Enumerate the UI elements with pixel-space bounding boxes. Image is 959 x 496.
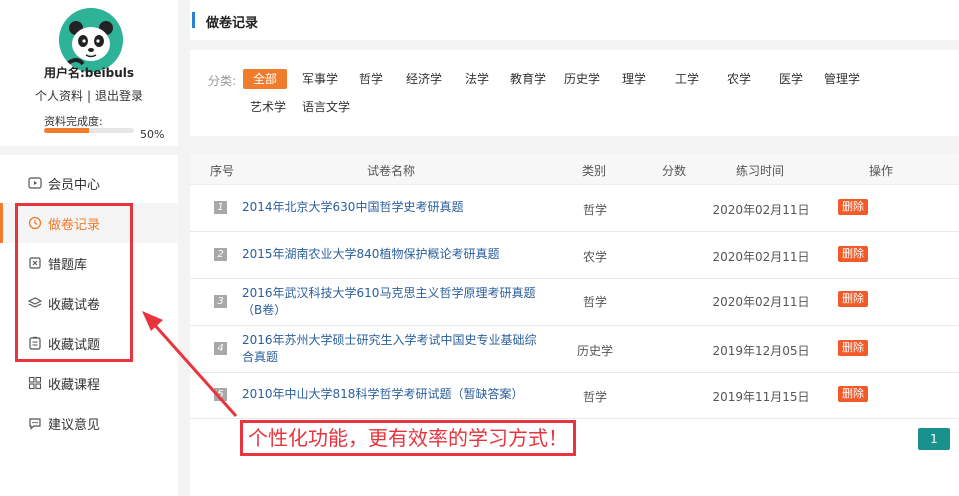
category-chip[interactable]: 军事学: [302, 69, 338, 89]
paper-category: 哲学: [582, 203, 607, 217]
sidebar-item-saved-courses[interactable]: 收藏课程: [0, 363, 178, 403]
paper-category: 历史学: [576, 344, 613, 358]
row-number: 2: [214, 248, 227, 261]
category-chip[interactable]: 语言文学: [302, 97, 350, 117]
practice-date: 2020年02月11日: [712, 203, 810, 217]
column-header: 试卷名称: [367, 164, 416, 178]
table-row: 4 2016年苏州大学硕士研究生入学考试中国史专业基础综合真题 历史学 2019…: [190, 326, 959, 373]
delete-button[interactable]: 删除: [838, 246, 868, 262]
row-number: 1: [214, 201, 227, 214]
profile-info-link[interactable]: 个人资料: [35, 89, 83, 103]
paper-category: 哲学: [582, 390, 607, 404]
title-accent-bar: [192, 12, 195, 28]
paper-name-link[interactable]: 2014年北京大学630中国哲学史考研真题: [242, 199, 542, 216]
category-chip[interactable]: 管理学: [824, 69, 860, 89]
chat-icon: [28, 416, 42, 430]
category-chip[interactable]: 工学: [675, 69, 699, 89]
sidebar-item-feedback[interactable]: 建议意见: [0, 403, 178, 443]
completion-bar-fill: [44, 128, 89, 133]
annotation-callout: 个性化功能，更有效率的学习方式！: [240, 420, 576, 456]
sidebar-item-label: 建议意见: [48, 417, 101, 433]
pagination-page-button[interactable]: 1: [918, 428, 950, 450]
category-filter: 分类: 全部 军事学 哲学 经济学 法学 教育学 历史学 理学 工学 农学 医学…: [190, 50, 959, 136]
practice-date: 2020年02月11日: [712, 295, 810, 309]
completion-label: 资料完成度:: [44, 115, 103, 128]
category-chip[interactable]: 经济学: [406, 69, 442, 89]
paper-name-link[interactable]: 2016年苏州大学硕士研究生入学考试中国史专业基础综合真题: [242, 332, 542, 366]
category-chip[interactable]: 理学: [622, 69, 646, 89]
delete-button[interactable]: 删除: [838, 386, 868, 402]
completion-percent: 50%: [140, 128, 165, 141]
completion-bar: [44, 128, 134, 133]
row-number: 4: [214, 342, 227, 355]
delete-button[interactable]: 删除: [838, 199, 868, 215]
grid-icon: [28, 376, 42, 390]
table-row: 2 2015年湖南农业大学840植物保护概论考研真题 农学 2020年02月11…: [190, 232, 959, 279]
row-number: 5: [214, 388, 227, 401]
practice-date: 2020年02月11日: [712, 250, 810, 264]
paper-name-link[interactable]: 2015年湖南农业大学840植物保护概论考研真题: [242, 246, 542, 263]
paper-name-link[interactable]: 2010年中山大学818科学哲学考研试题（暂缺答案）: [242, 386, 542, 403]
row-number: 3: [214, 295, 227, 308]
paper-name-link[interactable]: 2016年武汉科技大学610马克思主义哲学原理考研真题（B卷）: [242, 285, 542, 319]
column-header: 序号: [210, 164, 235, 178]
profile-links: 个人资料 | 退出登录: [0, 87, 178, 104]
page-title: 做卷记录: [206, 16, 259, 31]
paper-category: 农学: [582, 250, 607, 264]
table-header: 序号 试卷名称 类别 分数 练习时间 操作: [190, 154, 959, 185]
sidebar-item-member-center[interactable]: 会员中心: [0, 163, 178, 203]
table-row: 5 2010年中山大学818科学哲学考研试题（暂缺答案） 哲学 2019年11月…: [190, 373, 959, 419]
category-chip[interactable]: 教育学: [510, 69, 546, 89]
play-square-icon: [28, 176, 42, 190]
category-chip[interactable]: 农学: [727, 69, 751, 89]
highlight-box: [15, 203, 133, 362]
category-chip[interactable]: 哲学: [359, 69, 383, 89]
links-separator: |: [86, 89, 92, 103]
profile-card: 用户名:beibuls 个人资料 | 退出登录 资料完成度: 50%: [0, 0, 178, 146]
page-header: 做卷记录: [190, 0, 959, 40]
delete-button[interactable]: 删除: [838, 340, 868, 356]
category-chip[interactable]: 法学: [465, 69, 489, 89]
category-chip[interactable]: 艺术学: [250, 97, 286, 117]
username: 用户名:beibuls: [43, 66, 135, 80]
column-header: 操作: [869, 164, 894, 178]
filter-label: 分类:: [208, 74, 237, 88]
practice-date: 2019年11月15日: [712, 390, 810, 404]
column-header: 类别: [582, 164, 607, 178]
column-header: 练习时间: [736, 164, 785, 178]
sidebar-item-label: 收藏课程: [48, 377, 101, 393]
table-row: 1 2014年北京大学630中国哲学史考研真题 哲学 2020年02月11日 删…: [190, 185, 959, 232]
table-row: 3 2016年武汉科技大学610马克思主义哲学原理考研真题（B卷） 哲学 202…: [190, 279, 959, 326]
logout-link[interactable]: 退出登录: [95, 89, 143, 103]
category-chip-all[interactable]: 全部: [243, 69, 288, 89]
delete-button[interactable]: 删除: [838, 291, 868, 307]
avatar[interactable]: [59, 8, 123, 72]
column-header: 分数: [662, 164, 687, 178]
sidebar-item-label: 会员中心: [48, 177, 101, 193]
practice-date: 2019年12月05日: [712, 344, 810, 358]
category-chip[interactable]: 历史学: [564, 69, 600, 89]
category-chip[interactable]: 医学: [779, 69, 803, 89]
paper-category: 哲学: [582, 295, 607, 309]
panda-avatar-icon: [59, 8, 123, 72]
